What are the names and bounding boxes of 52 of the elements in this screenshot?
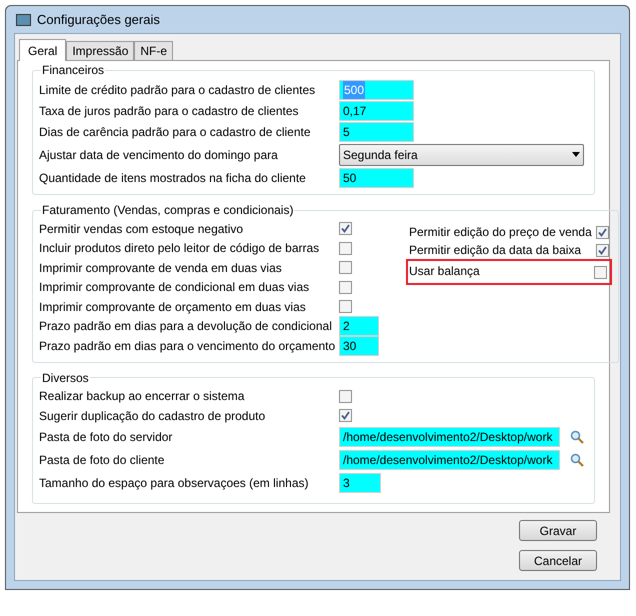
field-label: Imprimir comprovante de venda em duas vias — [39, 260, 283, 277]
button[interactable]: Cancelar — [519, 550, 597, 571]
search-icon[interactable] — [570, 453, 584, 467]
field-label: Incluir produtos direto pelo leitor de código de barras — [39, 240, 320, 258]
group-title: Diversos — [41, 370, 90, 386]
field-label: Pasta de foto do cliente — [39, 452, 166, 469]
field-label: Prazo padrão em dias para o vencimento do orçamento — [39, 338, 336, 355]
field-label: Permitir edição do preço de venda — [409, 224, 592, 241]
app-icon — [16, 14, 31, 26]
checkbox[interactable] — [339, 409, 352, 422]
input-field[interactable]: /home/desenvolvimento2/Desktop/work — [339, 427, 560, 447]
checkbox[interactable] — [339, 280, 352, 294]
checkbox[interactable] — [339, 390, 352, 403]
field-label: Quantidade de itens mostrados na ficha do cliente — [39, 170, 307, 186]
group-title: Financeiros — [41, 62, 106, 79]
field-label: Taxa de juros padrão para o cadastro de clientes — [39, 102, 300, 120]
tab[interactable]: Impressão — [66, 41, 134, 60]
field-label: Limite de crédito padrão para o cadastro de clientes — [39, 82, 316, 98]
checkbox[interactable] — [596, 244, 609, 256]
checkbox[interactable] — [339, 242, 352, 255]
checkbox[interactable] — [339, 261, 352, 274]
field-label: Dias de carência padrão para o cadastro de cliente — [39, 124, 312, 140]
group-title: Faturamento (Vendas, compras e condicionais) — [41, 202, 294, 219]
input-field[interactable]: 3 — [339, 473, 381, 493]
input-field[interactable]: 5 — [339, 122, 414, 142]
dropdown[interactable]: Segunda feira — [339, 144, 584, 166]
tab[interactable]: NF-e — [134, 41, 174, 60]
window-title: Configurações gerais — [37, 10, 160, 29]
field-label: Tamanho do espaço para observaçoes (em linhas) — [39, 475, 310, 492]
field-label: Pasta de foto do servidor — [39, 429, 174, 446]
field-label: Permitir vendas com estoque negativo — [39, 220, 244, 238]
field-label: Permitir edição da data da baixa — [409, 242, 582, 259]
field-label: Imprimir comprovante de orçamento em duas vias — [39, 298, 307, 316]
field-label: Sugerir duplicação do cadastro de produto — [39, 408, 266, 425]
checkbox[interactable] — [594, 266, 607, 279]
checkbox[interactable] — [339, 300, 352, 314]
input-field[interactable]: 2 — [339, 316, 379, 336]
field-label: Prazo padrão em dias para a devolução de condicional — [39, 318, 333, 336]
field-label: Imprimir comprovante de condicional em duas vias — [39, 279, 310, 296]
input-field[interactable]: /home/desenvolvimento2/Desktop/work — [339, 450, 560, 470]
field-label: Usar balança — [409, 263, 480, 280]
input-field[interactable]: 30 — [339, 336, 379, 356]
button[interactable]: Gravar — [519, 520, 597, 541]
input-field[interactable]: 0,17 — [339, 100, 414, 120]
input-field[interactable]: 50 — [339, 168, 414, 188]
checkbox[interactable] — [596, 226, 609, 238]
caret-icon — [572, 152, 580, 157]
field-label: Ajustar data de vencimento do domingo para — [39, 146, 279, 164]
search-icon[interactable] — [570, 430, 584, 444]
checkbox[interactable] — [339, 222, 352, 236]
tab[interactable]: Geral — [19, 39, 66, 61]
field-label: Realizar backup ao encerrar o sistema — [39, 388, 246, 406]
